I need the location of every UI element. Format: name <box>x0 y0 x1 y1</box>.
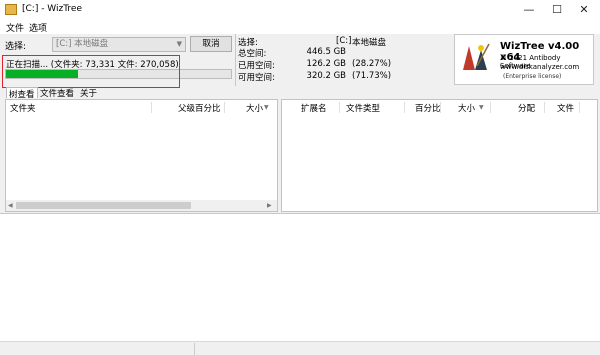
disk-name: 本地磁盘 <box>352 38 387 48</box>
scroll-left-icon[interactable]: ◀ <box>8 200 13 211</box>
drive-select-value: [C:] 本地磁盘 <box>56 39 109 49</box>
column-files[interactable]: 文件 <box>557 102 574 114</box>
tab-tree-view[interactable]: 树查看 <box>6 87 38 100</box>
scrollbar-thumb[interactable] <box>16 202 191 209</box>
column-folder[interactable]: 文件夹 <box>10 102 36 114</box>
tab-file-view[interactable]: 文件查看 <box>38 87 76 99</box>
chevron-down-icon: ▼ <box>176 40 182 48</box>
used-space-percent: (28.27%) <box>352 59 392 69</box>
highlight-annotation <box>2 55 180 88</box>
disk-select-value: [C:] <box>336 36 352 46</box>
column-separator[interactable] <box>339 102 340 113</box>
sort-desc-icon: ▼ <box>479 104 484 111</box>
free-space-value: 320.2 GB <box>306 71 346 81</box>
drive-select[interactable]: [C:] 本地磁盘 ▼ <box>52 37 186 52</box>
column-separator[interactable] <box>404 102 405 113</box>
column-separator[interactable] <box>440 102 441 113</box>
free-space-percent: (71.73%) <box>352 71 392 81</box>
menu-options[interactable]: 选项 <box>29 21 47 34</box>
total-space-value: 446.5 GB <box>306 47 346 57</box>
total-space-label: 总空间: <box>238 49 267 59</box>
status-bar <box>0 341 600 355</box>
select-label: 选择: <box>5 42 27 52</box>
column-parent-percent[interactable]: 父级百分比 <box>178 102 221 114</box>
column-extension[interactable]: 扩展名 <box>301 102 327 114</box>
menu-file[interactable]: 文件 <box>6 21 24 34</box>
file-types-pane[interactable]: 扩展名 文件类型 百分比 大小 ▼ 分配 文件 <box>281 99 598 212</box>
app-icon <box>5 4 17 15</box>
window-title: [C:] - WizTree <box>22 4 82 14</box>
used-space-label: 已用空间: <box>238 61 275 71</box>
column-separator[interactable] <box>579 102 580 113</box>
status-separator <box>194 343 195 355</box>
column-separator[interactable] <box>490 102 491 113</box>
website-link[interactable]: www.diskanalyzer.com <box>500 63 579 71</box>
title-bar: [C:] - WizTree — ☐ ✕ <box>0 0 600 20</box>
scroll-right-icon[interactable]: ▶ <box>267 200 272 211</box>
license-text: (Enterprise license) <box>503 73 562 80</box>
column-separator[interactable] <box>151 102 152 113</box>
divider <box>235 34 236 86</box>
column-percent[interactable]: 百分比 <box>415 102 441 114</box>
free-space-label: 可用空间: <box>238 73 275 83</box>
used-space-value: 126.2 GB <box>306 59 346 69</box>
sort-desc-icon: ▼ <box>264 104 269 111</box>
treemap-area[interactable] <box>0 213 600 341</box>
horizontal-scrollbar[interactable]: ◀ ▶ <box>6 200 277 211</box>
column-separator[interactable] <box>224 102 225 113</box>
menu-bar: 文件 选项 <box>0 20 600 34</box>
column-separator[interactable] <box>544 102 545 113</box>
cancel-button[interactable]: 取消 <box>190 36 232 52</box>
column-file-type[interactable]: 文件类型 <box>346 102 380 114</box>
about-logo-panel: WizTree v4.00 x64 © 2021 Antibody Softwa… <box>454 34 594 85</box>
wizard-hat-icon <box>459 40 491 72</box>
column-allocated[interactable]: 分配 <box>518 102 535 114</box>
column-size[interactable]: 大小 <box>246 102 263 114</box>
folder-tree-pane[interactable]: 文件夹 父级百分比 大小 ▼ ◀ ▶ <box>5 99 278 212</box>
tab-bar: 树查看 文件查看 关于 <box>0 87 600 100</box>
tab-about[interactable]: 关于 <box>78 87 99 99</box>
column-size[interactable]: 大小 <box>458 102 475 114</box>
close-button[interactable]: ✕ <box>566 0 600 20</box>
